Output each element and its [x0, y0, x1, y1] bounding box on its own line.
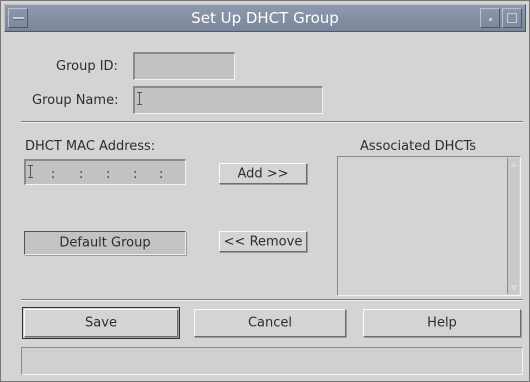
group-name-field[interactable] — [133, 86, 323, 114]
add-button[interactable]: Add >> — [219, 163, 307, 184]
add-button-label: Add >> — [237, 166, 289, 181]
associated-dhcts-label: Associated DHCTs — [360, 139, 477, 154]
top-separator — [21, 121, 523, 123]
save-button[interactable]: Save — [22, 307, 180, 339]
cancel-button-label: Cancel — [247, 315, 293, 331]
save-button-label: Save — [85, 315, 117, 331]
group-id-field[interactable] — [133, 52, 235, 80]
text-cursor-icon — [28, 165, 33, 178]
associated-dhcts-list[interactable] — [337, 156, 521, 296]
remove-button-label: << Remove — [223, 234, 303, 249]
list-scrollbar[interactable] — [507, 158, 519, 294]
remove-button[interactable]: << Remove — [219, 231, 307, 252]
cancel-button[interactable]: Cancel — [194, 309, 346, 337]
group-name-label: Group Name: — [32, 93, 119, 108]
arrow-down-icon[interactable] — [509, 283, 518, 293]
default-group-label: Default Group — [59, 235, 151, 251]
arrow-up-icon[interactable] — [509, 159, 518, 169]
minimize-icon[interactable] — [480, 8, 500, 28]
text-cursor-icon — [137, 92, 142, 105]
help-button-label: Help — [427, 315, 457, 331]
bottom-separator — [21, 299, 523, 301]
title-bar[interactable]: Set Up DHCT Group — [4, 4, 526, 32]
default-group-button[interactable]: Default Group — [24, 231, 186, 255]
mac-separator: : — [133, 167, 138, 182]
group-id-label: Group ID: — [56, 59, 118, 74]
status-bar — [21, 347, 523, 375]
mac-separator: : — [51, 167, 56, 182]
window-title: Set Up DHCT Group — [191, 9, 339, 27]
mac-separator: : — [159, 167, 164, 182]
mac-address-field[interactable]: : : : : : — [24, 159, 186, 185]
help-button[interactable]: Help — [363, 309, 521, 337]
maximize-icon[interactable] — [502, 8, 522, 28]
mac-separator: : — [79, 167, 84, 182]
mac-address-label: DHCT MAC Address: — [25, 139, 156, 154]
mac-separator: : — [106, 167, 111, 182]
dhct-group-window: Set Up DHCT Group Group ID: Group Name: … — [0, 0, 530, 382]
